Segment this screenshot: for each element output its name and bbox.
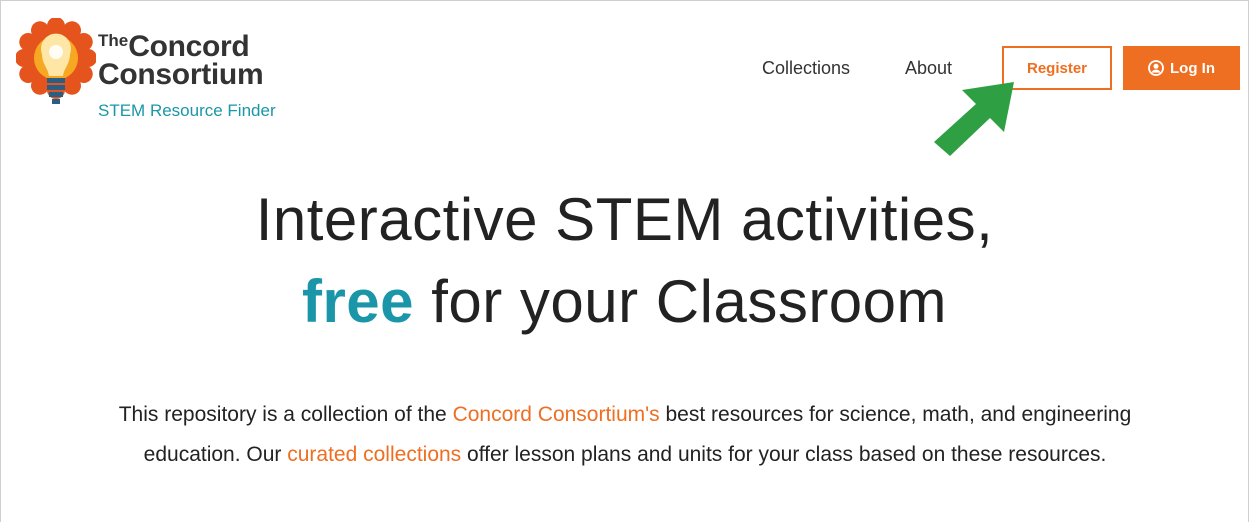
hero-line2: free for your Classroom (0, 272, 1249, 332)
concord-consortium-link[interactable]: Concord Consortium's (453, 403, 660, 426)
intro-paragraph: This repository is a collection of the C… (100, 395, 1150, 475)
login-button[interactable]: Log In (1123, 46, 1240, 90)
nav-about-link[interactable]: About (905, 58, 952, 78)
hero-line1: Interactive STEM activities, (255, 186, 994, 253)
hero-heading: Interactive STEM activities, free for yo… (0, 190, 1249, 332)
curated-collections-link[interactable]: curated collections (287, 443, 461, 466)
green-arrow-pointer-icon (934, 82, 1014, 156)
page: TheConcord Consortium STEM Resource Find… (0, 0, 1249, 522)
hero-line2-rest: for your Classroom (414, 268, 948, 335)
intro-text-part1: This repository is a collection of the (118, 403, 453, 426)
register-button-label: Register (1026, 59, 1088, 77)
logo-consortium-text: Consortium (98, 58, 264, 91)
login-button-label: Log In (1170, 59, 1215, 77)
logo-the-text: The (98, 31, 129, 50)
frame-border-top (0, 0, 1249, 1)
site-logo[interactable]: TheConcord Consortium STEM Resource Find… (16, 18, 316, 120)
intro-text-part3: offer lesson plans and units for your cl… (461, 443, 1107, 466)
logo-subtitle: STEM Resource Finder (98, 101, 276, 120)
nav-collections-link[interactable]: Collections (762, 58, 850, 78)
hero-free-word: free (301, 268, 415, 335)
user-circle-icon (1148, 60, 1164, 76)
lightbulb-sun-logo-icon (16, 18, 96, 104)
